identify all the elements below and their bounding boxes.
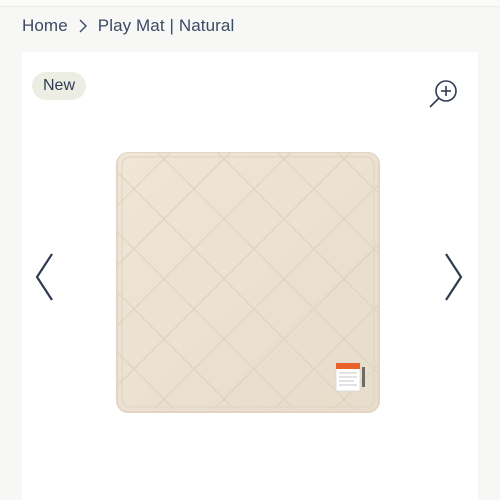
chevron-right-icon	[78, 19, 88, 33]
breadcrumb-home-link[interactable]: Home	[22, 16, 68, 36]
breadcrumb-current: Play Mat | Natural	[97, 16, 235, 35]
product-gallery: New	[22, 52, 478, 500]
previous-image-button[interactable]	[32, 250, 56, 304]
product-image	[114, 149, 382, 415]
play-mat-image	[116, 152, 380, 413]
chevron-left-icon	[35, 253, 53, 301]
zoom-in-icon[interactable]	[426, 78, 460, 112]
chevron-right-icon	[445, 253, 463, 301]
next-image-button[interactable]	[442, 250, 466, 304]
breadcrumb: Home Play Mat | Natural	[22, 16, 234, 36]
top-divider	[0, 0, 500, 7]
new-badge: New	[32, 72, 87, 100]
